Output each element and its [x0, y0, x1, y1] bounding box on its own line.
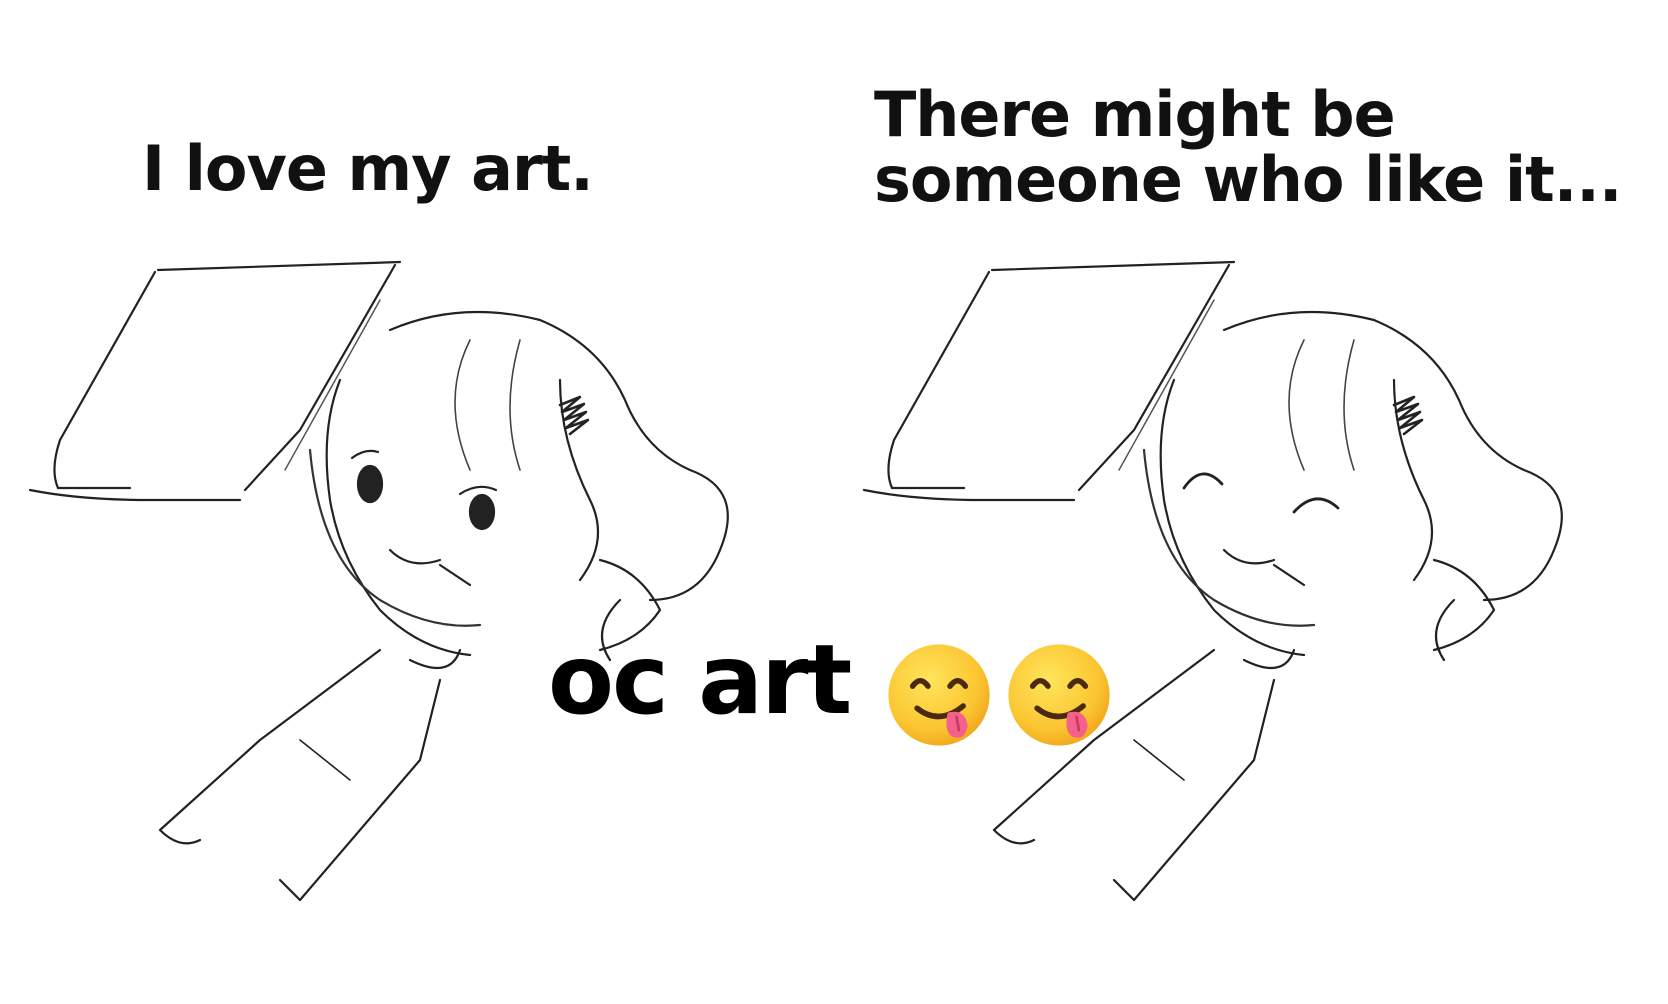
overlay-caption: oc art	[548, 624, 852, 736]
savoring-food-face-icon	[1008, 644, 1110, 746]
right-caption: There might be someone who like it...	[874, 78, 1622, 217]
left-caption-text: I love my art.	[142, 132, 594, 205]
left-caption: I love my art.	[142, 132, 594, 205]
savoring-food-face-icon	[888, 644, 990, 746]
right-caption-line-2: someone who like it...	[874, 143, 1622, 217]
right-caption-line-1: There might be	[874, 78, 1396, 151]
